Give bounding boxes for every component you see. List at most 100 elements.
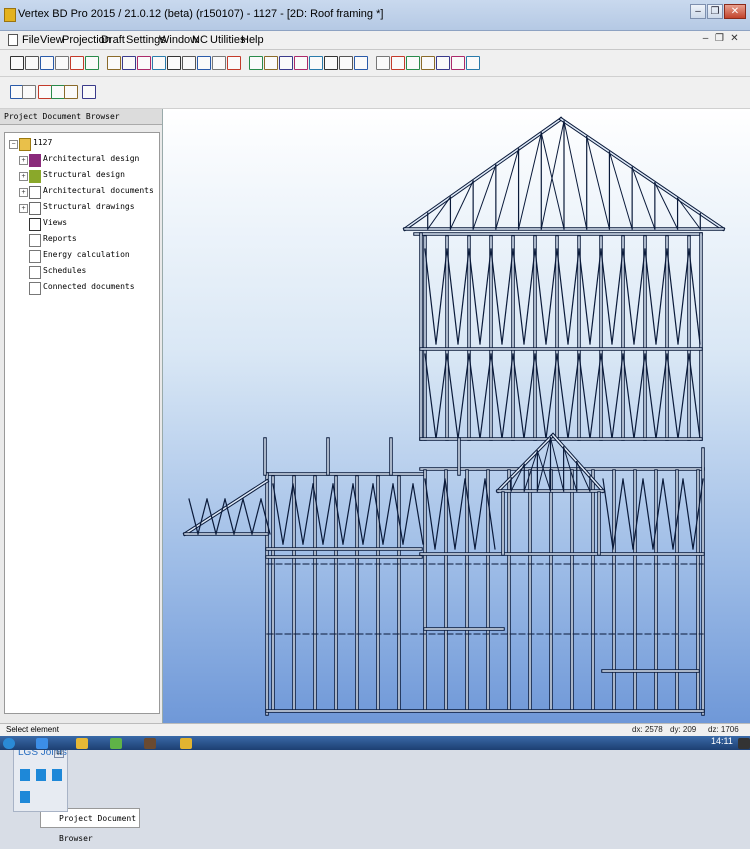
open-icon[interactable]	[25, 56, 39, 70]
window-title: Vertex BD Pro 2015 / 21.0.12 (beta) (r15…	[18, 8, 384, 20]
schedules-icon	[29, 266, 41, 279]
internet-explorer-icon[interactable]	[36, 738, 48, 749]
print-icon[interactable]	[55, 56, 69, 70]
save-icon[interactable]	[40, 56, 54, 70]
hatch-icon[interactable]	[279, 56, 293, 70]
menu-bar: File View Projection Draft Settings Wind…	[0, 31, 750, 50]
block-icon[interactable]	[354, 56, 368, 70]
web-member	[251, 498, 262, 535]
table-icon[interactable]	[339, 56, 353, 70]
joint-cross-icon[interactable]	[20, 791, 30, 803]
color-icon[interactable]	[227, 56, 241, 70]
tree-item-label: Views	[43, 218, 68, 227]
status-message: Select element	[6, 725, 59, 734]
expand-icon[interactable]: +	[19, 204, 28, 213]
symbol-icon[interactable]	[391, 56, 405, 70]
collapse-icon[interactable]: −	[9, 140, 18, 149]
menu-nc[interactable]: NC	[192, 34, 208, 46]
taskbar-clock: 14:11	[711, 736, 733, 746]
vertex-task-icon[interactable]	[180, 738, 192, 749]
show-desktop-icon[interactable]	[738, 738, 750, 749]
menu-file[interactable]: File	[22, 34, 40, 46]
joint-t-center-icon[interactable]	[36, 769, 46, 781]
web-member	[662, 478, 674, 550]
web-member	[242, 498, 253, 535]
web-member	[474, 478, 486, 550]
document-icon[interactable]	[8, 34, 18, 46]
zoom-window-icon[interactable]	[51, 85, 65, 99]
pan-icon[interactable]	[64, 85, 78, 99]
restore-button[interactable]: ❐	[707, 4, 723, 19]
views-icon	[29, 218, 41, 231]
roof-icon[interactable]	[466, 56, 480, 70]
select-icon[interactable]	[197, 56, 211, 70]
label-icon[interactable]	[376, 56, 390, 70]
drawing-viewport[interactable]	[163, 109, 750, 723]
main-truss-top-chord-right	[559, 117, 725, 231]
menu-draft[interactable]: Draft	[101, 34, 125, 46]
zoom-icon[interactable]	[38, 85, 52, 99]
start-button-icon[interactable]	[3, 738, 15, 749]
pencil-icon[interactable]	[107, 56, 121, 70]
main-toolbar	[0, 50, 750, 77]
dimension-icon[interactable]	[309, 56, 323, 70]
web-member	[434, 478, 446, 550]
terrain-icon[interactable]	[451, 56, 465, 70]
stud-icon[interactable]	[137, 56, 151, 70]
view3d-icon[interactable]	[406, 56, 420, 70]
folder-icon	[19, 138, 31, 151]
polyline-icon[interactable]	[264, 56, 278, 70]
grid-icon[interactable]	[167, 56, 181, 70]
line-icon[interactable]	[249, 56, 263, 70]
expand-icon[interactable]: +	[19, 188, 28, 197]
web-member	[622, 478, 634, 550]
menu-view[interactable]: View	[40, 34, 64, 46]
frame-icon[interactable]	[294, 56, 308, 70]
tree-item-label: Schedules	[43, 266, 87, 275]
tree-item-label: Architectural design	[43, 154, 140, 163]
expand-icon[interactable]: +	[19, 156, 28, 165]
file-explorer-icon[interactable]	[76, 738, 88, 749]
minimize-button[interactable]: –	[690, 4, 706, 19]
refresh-icon[interactable]	[82, 85, 96, 99]
truss-diagonal	[676, 197, 701, 230]
new-icon[interactable]	[10, 56, 24, 70]
documents-icon	[29, 186, 41, 199]
house-icon[interactable]	[436, 56, 450, 70]
web-member	[362, 483, 374, 545]
snap-icon[interactable]	[22, 85, 36, 99]
chrome-icon[interactable]	[110, 738, 122, 749]
export-icon[interactable]	[70, 56, 84, 70]
architectural-design-icon	[29, 154, 41, 167]
web-member	[382, 483, 394, 545]
layers-icon[interactable]	[85, 56, 99, 70]
text-icon[interactable]	[324, 56, 338, 70]
dormer-truss-top-chord-right	[551, 433, 605, 493]
mdi-restore-button[interactable]: ❐	[714, 33, 725, 44]
tree-item-label: Energy calculation	[43, 250, 130, 259]
energy-icon	[29, 250, 41, 263]
mdi-close-button[interactable]: ✕	[729, 33, 740, 44]
main-truss-top-chord-left	[403, 117, 563, 231]
connected-documents-icon	[29, 282, 41, 295]
close-button[interactable]: ✕	[724, 4, 746, 19]
view-toolbar	[0, 77, 750, 109]
joint-t-left-icon[interactable]	[20, 769, 30, 781]
mdi-minimize-button[interactable]: –	[700, 33, 711, 44]
erase-icon[interactable]	[122, 56, 136, 70]
web-member	[197, 498, 208, 535]
joint-l-icon[interactable]	[52, 769, 62, 781]
panel-icon[interactable]	[152, 56, 166, 70]
expand-icon[interactable]: +	[19, 172, 28, 181]
photo-app-icon[interactable]	[144, 738, 156, 749]
web-member	[342, 483, 354, 545]
web-member	[322, 483, 334, 545]
project-document-browser: Project Document Browser − 1127 + Archite…	[0, 109, 163, 843]
web-member	[282, 483, 294, 545]
align-icon[interactable]	[212, 56, 226, 70]
roof-framing-drawing	[182, 116, 726, 716]
cube-icon[interactable]	[182, 56, 196, 70]
tree-icon[interactable]	[421, 56, 435, 70]
menu-help[interactable]: Help	[241, 34, 264, 46]
web-member	[402, 483, 414, 545]
